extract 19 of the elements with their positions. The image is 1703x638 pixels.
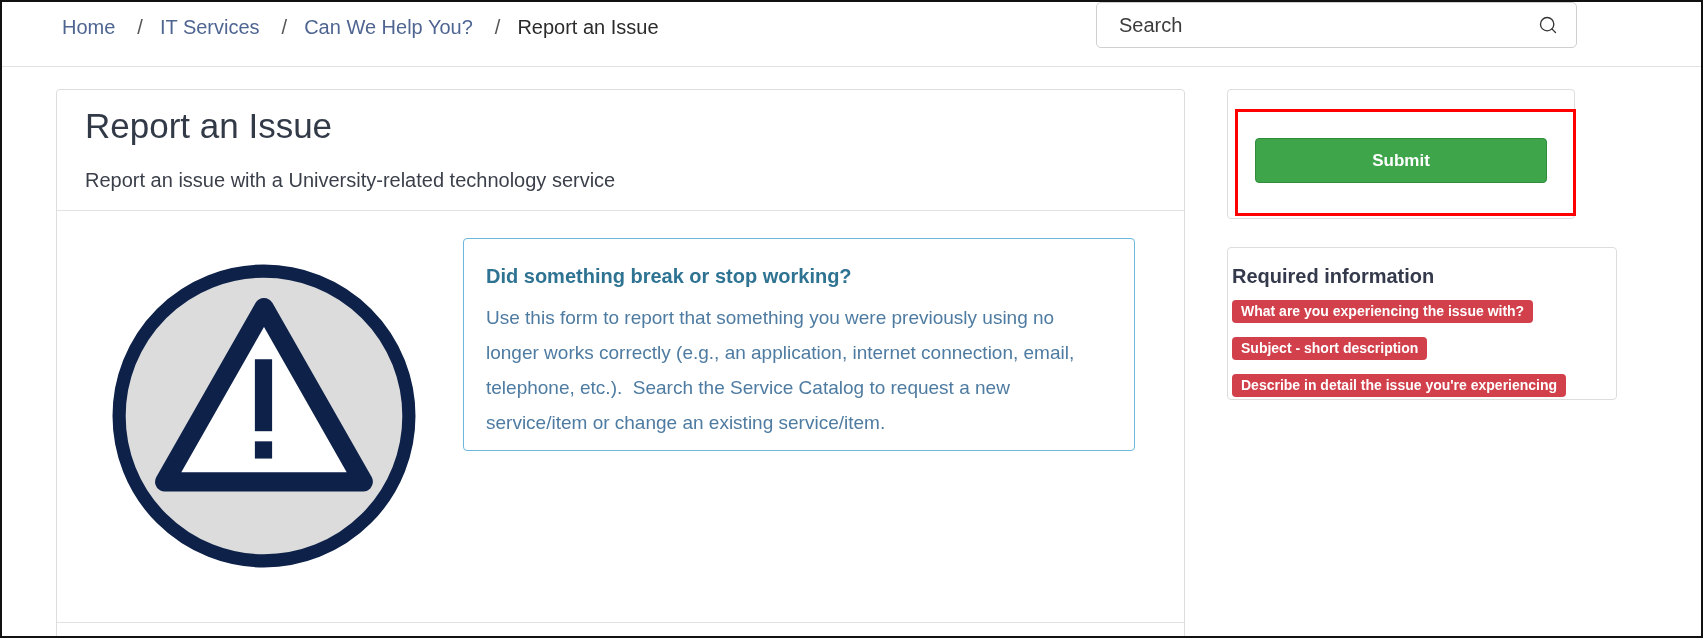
notice-text: Use this form to report that something you were previously using no longer works correctly (e.g., an application, internet connection, email, telephone, etc.). Search the Service Catalog to request a new service/item or change an existing service/item. <box>486 306 1076 435</box>
breadcrumb-item[interactable]: Can We Help You? <box>304 15 473 39</box>
required-field-badge: Describe in detail the issue you're experiencing <box>1232 374 1567 397</box>
search-icon[interactable] <box>1538 15 1558 35</box>
required-field-badge: Subject - short description <box>1232 337 1428 360</box>
breadcrumb-separator: / <box>137 15 143 39</box>
required-field-badge: What are you experiencing the issue with? <box>1232 300 1534 323</box>
breadcrumb-item: Report an Issue <box>517 15 659 39</box>
warning-icon <box>112 264 416 568</box>
required-info-title: Required information <box>1232 264 1436 289</box>
breadcrumb-separator: / <box>494 15 501 39</box>
breadcrumb-separator: / <box>281 15 288 39</box>
page-subtitle: Report an issue with a University-related technology service <box>85 168 617 192</box>
breadcrumb-item[interactable]: IT Services <box>159 15 260 39</box>
page-title: Report an Issue <box>85 106 334 146</box>
submit-button[interactable]: Submit <box>1255 138 1547 183</box>
search-field[interactable]: Search <box>1096 2 1577 48</box>
notice-title: Did something break or stop working? <box>486 264 853 289</box>
breadcrumb-item[interactable]: Home <box>62 15 116 39</box>
